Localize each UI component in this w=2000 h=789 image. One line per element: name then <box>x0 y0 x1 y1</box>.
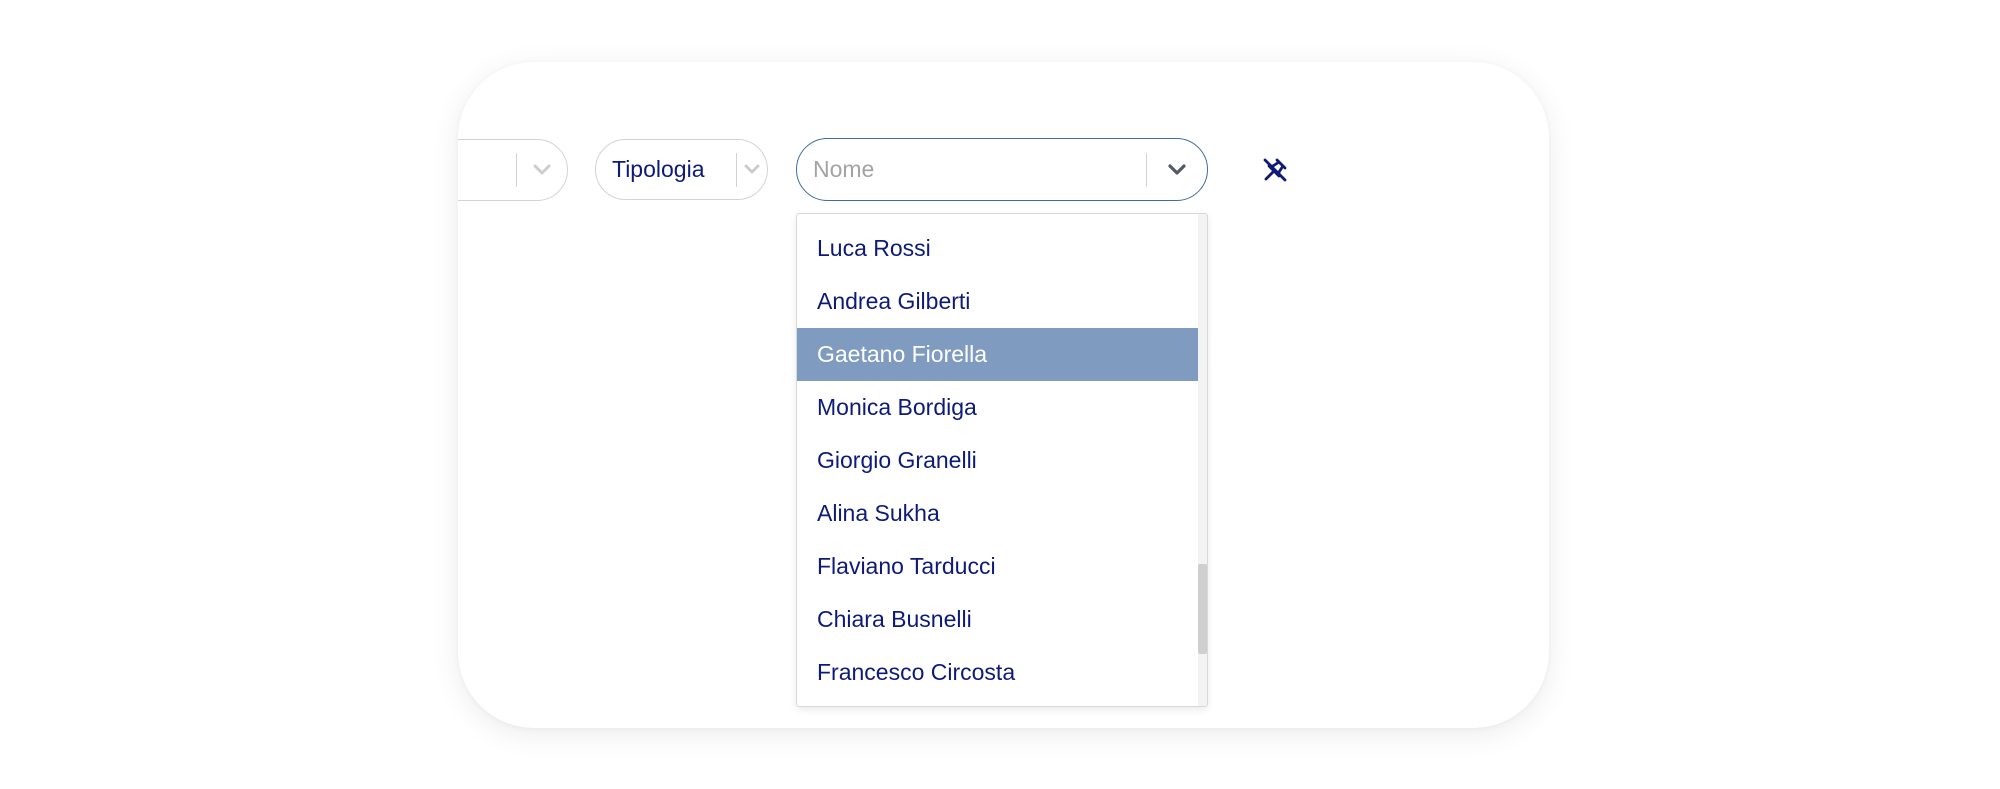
chevron-down-icon[interactable] <box>517 140 567 200</box>
tipologia-select[interactable]: Tipologia <box>595 139 768 200</box>
nome-dropdown-menu: Luca Rossi Andrea Gilberti Gaetano Fiorell… <box>796 213 1208 707</box>
dropdown-option[interactable]: Giorgio Granelli <box>797 434 1200 487</box>
chevron-down-icon[interactable] <box>737 140 767 199</box>
dropdown-option[interactable]: Alina Sukha <box>797 487 1200 540</box>
dropdown-option[interactable]: Chiara Busnelli <box>797 593 1200 646</box>
filter-select-partial[interactable] <box>458 139 568 201</box>
dropdown-option[interactable]: Flaviano Tarducci <box>797 540 1200 593</box>
dropdown-option[interactable]: Francesco Circosta <box>797 646 1200 699</box>
dropdown-options: Luca Rossi Andrea Gilberti Gaetano Fiorell… <box>797 222 1200 699</box>
tipologia-label: Tipologia <box>612 156 705 182</box>
nome-input[interactable] <box>797 138 1146 201</box>
dropdown-option[interactable]: Monica Bordiga <box>797 381 1200 434</box>
dropdown-option[interactable]: Gaetano Fiorella <box>797 328 1200 381</box>
dropdown-option[interactable]: Luca Rossi <box>797 222 1200 275</box>
dropdown-option[interactable]: Andrea Gilberti <box>797 275 1200 328</box>
filter-card: Tipologia Luca RossiAndrea GilbertiGaeta… <box>458 62 1549 728</box>
nome-select[interactable] <box>796 138 1208 201</box>
scrollbar-thumb[interactable] <box>1198 564 1207 654</box>
unpin-icon[interactable] <box>1258 153 1292 187</box>
chevron-down-icon[interactable] <box>1147 139 1207 200</box>
